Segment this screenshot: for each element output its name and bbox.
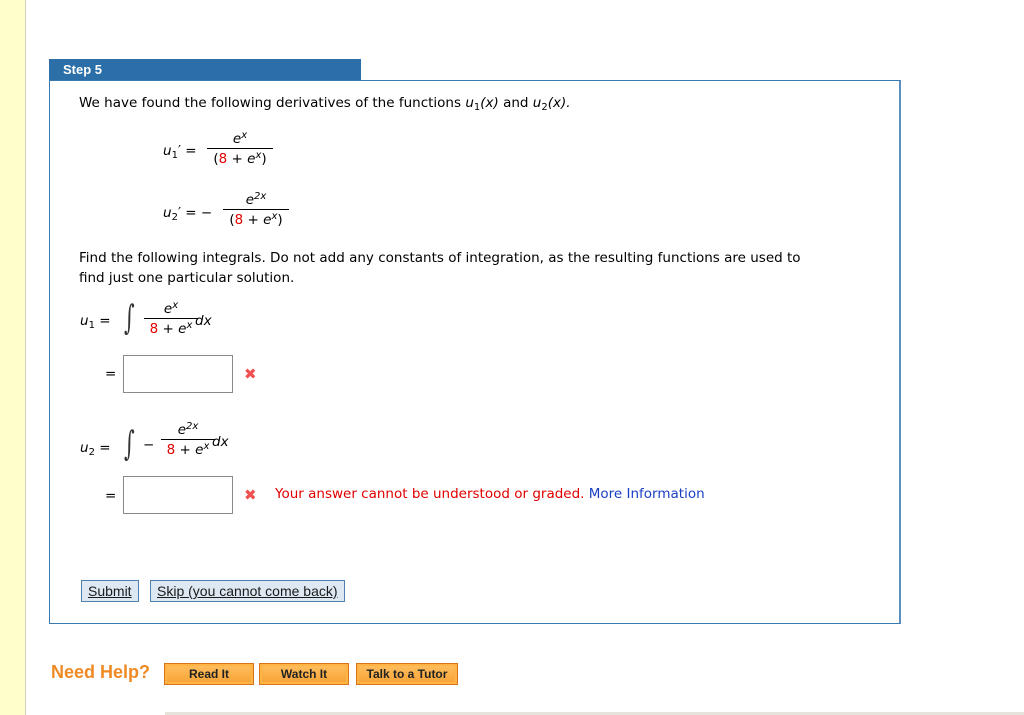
skip-button[interactable]: Skip (you cannot come back)	[150, 580, 345, 602]
step-box	[49, 80, 901, 624]
talk-to-tutor-button[interactable]: Talk to a Tutor	[356, 663, 458, 685]
numerator: ex	[207, 130, 273, 147]
integral-u2-lhs: u2 =	[80, 440, 111, 458]
submit-button[interactable]: Submit	[81, 580, 139, 602]
den-const: 8	[218, 151, 228, 167]
intro-text-main: We have found the following derivatives …	[79, 95, 466, 111]
integral-u2-fraction: e2x 8 + ex	[161, 421, 215, 458]
answer-u2-equals: =	[105, 488, 117, 504]
numerator: ex	[144, 300, 198, 317]
den-const: 8	[166, 442, 176, 458]
step-header: Step 5	[49, 59, 361, 80]
lhs-symbol: u	[163, 143, 172, 159]
den-close: )	[277, 212, 283, 228]
instructions-line-1: Find the following integrals. Do not add…	[79, 250, 801, 266]
lhs-symbol: u	[163, 205, 172, 221]
equals: =	[99, 313, 111, 329]
derivative-u2-lhs: u2′ = −	[163, 205, 212, 223]
equals: =	[99, 440, 111, 456]
fraction-bar	[207, 148, 273, 149]
prime-equals: ′ =	[177, 143, 197, 159]
u1-arg: (x)	[480, 95, 499, 111]
num-base: e	[163, 301, 173, 317]
denominator: (8 + ex)	[207, 150, 273, 167]
lhs-symbol: u	[80, 440, 89, 456]
denominator: (8 + ex)	[223, 211, 289, 228]
den-rest: + e	[227, 151, 256, 167]
den-exp: x	[203, 441, 210, 452]
den-close: )	[261, 151, 267, 167]
den-const: 8	[234, 212, 244, 228]
left-sidebar-strip	[0, 0, 26, 715]
derivative-u1-fraction: ex (8 + ex)	[207, 130, 273, 167]
integral-u1-fraction: ex 8 + ex	[144, 300, 198, 337]
instructions-line-2: find just one particular solution.	[79, 270, 295, 286]
den-rest: + e	[243, 212, 272, 228]
fraction-bar	[144, 318, 198, 319]
den-const: 8	[149, 321, 159, 337]
incorrect-x-icon: ✖	[244, 365, 257, 383]
dx: dx	[212, 434, 229, 450]
num-base: e	[177, 422, 187, 438]
num-base: e	[245, 192, 255, 208]
lhs-symbol: u	[80, 313, 89, 329]
read-it-button[interactable]: Read It	[164, 663, 254, 685]
u2-arg: (x).	[547, 95, 571, 111]
dx: dx	[195, 313, 212, 329]
num-exp: 2x	[254, 191, 267, 202]
fraction-bar	[223, 209, 289, 210]
den-rest: + e	[175, 442, 204, 458]
need-help-label: Need Help?	[51, 662, 151, 682]
derivative-u2-fraction: e2x (8 + ex)	[223, 191, 289, 228]
derivative-u1-lhs: u1′ =	[163, 143, 197, 161]
den-exp: x	[186, 320, 193, 331]
watch-it-button[interactable]: Watch It	[259, 663, 349, 685]
incorrect-x-icon: ✖	[244, 486, 257, 504]
numerator: e2x	[161, 421, 215, 438]
fraction-bar	[161, 439, 215, 440]
u1-symbol: u	[465, 95, 474, 111]
lhs-subscript: 1	[88, 320, 95, 331]
more-information-link[interactable]: More Information	[589, 486, 705, 502]
minus-sign: −	[200, 205, 213, 221]
error-text: Your answer cannot be understood or grad…	[275, 486, 585, 502]
lhs-subscript: 2	[88, 447, 95, 458]
integral-sign-icon: ∫	[124, 298, 135, 338]
error-message: Your answer cannot be understood or grad…	[275, 486, 705, 502]
answer-u2-input[interactable]	[123, 476, 233, 514]
num-base: e	[232, 131, 242, 147]
num-exp: 2x	[186, 421, 199, 432]
prime-equals: ′ =	[177, 205, 197, 221]
denominator: 8 + ex	[161, 441, 215, 458]
numerator: e2x	[223, 191, 289, 208]
denominator: 8 + ex	[144, 320, 198, 337]
integral-sign-icon: ∫	[124, 424, 135, 464]
integral-u1-lhs: u1 =	[80, 313, 111, 331]
answer-u1-equals: =	[105, 366, 117, 382]
num-exp: x	[172, 300, 179, 311]
den-rest: + e	[158, 321, 187, 337]
answer-u1-input[interactable]	[123, 355, 233, 393]
intro-and: and	[498, 95, 533, 111]
minus-sign: −	[143, 437, 155, 453]
num-exp: x	[241, 130, 248, 141]
intro-text: We have found the following derivatives …	[79, 95, 571, 113]
